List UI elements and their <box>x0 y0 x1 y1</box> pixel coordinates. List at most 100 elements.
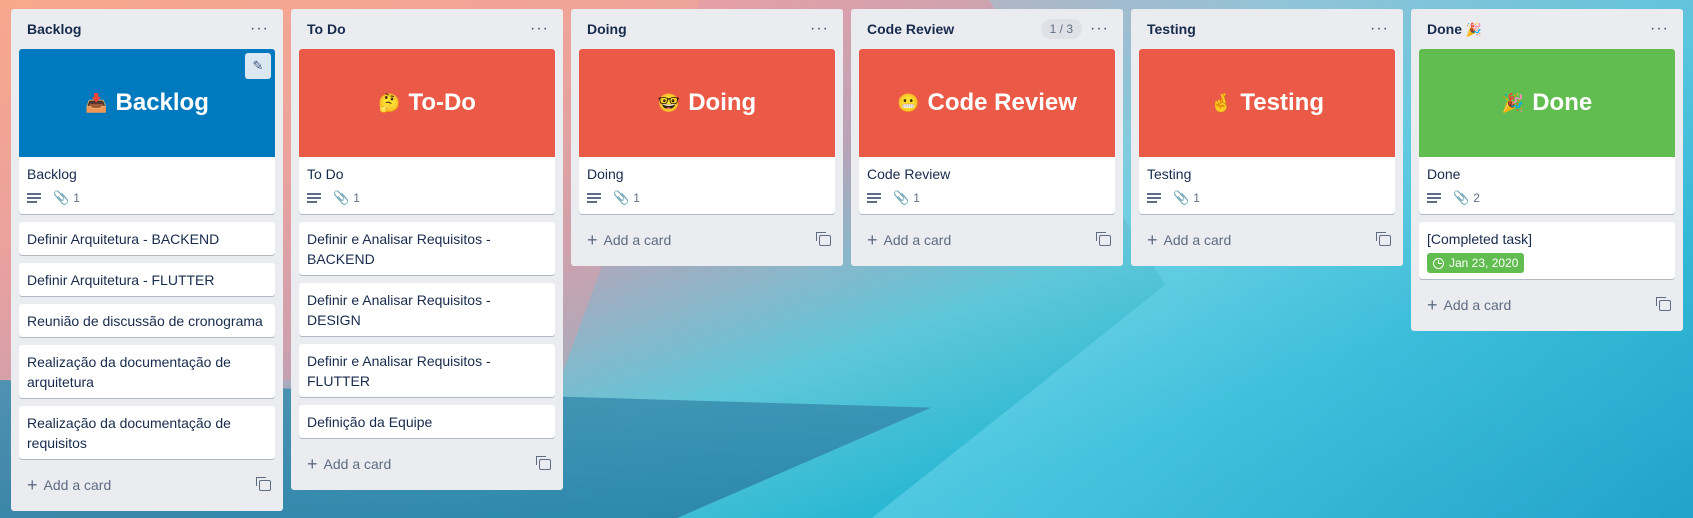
card-cover: 🎉 Done <box>1419 49 1675 157</box>
list-header[interactable]: To Do ··· <box>299 9 555 49</box>
list-menu-icon[interactable]: ··· <box>250 21 269 37</box>
card-title: Definir e Analisar Requisitos - DESIGN <box>307 292 491 328</box>
add-card-label: Add a card <box>1163 232 1232 248</box>
attachment-badge: 📎 2 <box>1453 190 1480 206</box>
paperclip-icon: 📎 <box>1173 190 1190 205</box>
list-header[interactable]: Backlog ··· <box>19 9 275 49</box>
list-title[interactable]: Doing <box>587 21 627 37</box>
list-item[interactable]: Definir e Analisar Requisitos - BACKEND <box>299 222 555 275</box>
attachment-badge: 📎 1 <box>1173 190 1200 206</box>
list-menu-icon[interactable]: ··· <box>810 21 829 37</box>
add-card-label: Add a card <box>43 477 112 493</box>
list-item[interactable]: Realização da documentação de arquitetur… <box>19 345 275 398</box>
plus-icon: + <box>867 230 878 250</box>
paperclip-icon: 📎 <box>333 190 350 205</box>
paperclip-icon: 📎 <box>893 190 910 205</box>
pencil-icon[interactable]: ✎ <box>245 53 271 79</box>
card-cover: 🤔 To-Do <box>299 49 555 157</box>
cover-card[interactable]: 🎉 Done Done 📎 2 <box>1419 49 1675 214</box>
list-header[interactable]: Code Review 1 / 3 ··· <box>859 9 1115 49</box>
list-item[interactable]: Definir e Analisar Requisitos - DESIGN <box>299 283 555 336</box>
board: Backlog ··· 📥 Backlog ✎ Backlog 📎 1 Defi… <box>0 0 1693 518</box>
add-card-row: + Add a card <box>1419 287 1675 323</box>
cover-card[interactable]: 🤔 To-Do To Do 📎 1 <box>299 49 555 214</box>
attachment-count: 1 <box>353 191 360 205</box>
cover-text: Doing <box>688 89 757 116</box>
list-title[interactable]: Code Review <box>867 21 954 37</box>
card-title: Testing <box>1147 166 1192 182</box>
list-menu-icon[interactable]: ··· <box>1370 21 1389 37</box>
card-title: Done <box>1427 166 1461 182</box>
list-todo: To Do ··· 🤔 To-Do To Do 📎 1 Definir e An… <box>291 9 563 490</box>
cover-text: Testing <box>1240 89 1324 116</box>
due-date-badge[interactable]: Jan 23, 2020 <box>1427 253 1525 273</box>
cover-card[interactable]: 🤓 Doing Doing 📎 1 <box>579 49 835 214</box>
add-card-button[interactable]: + Add a card <box>867 231 951 249</box>
list-done: Done 🎉 ··· 🎉 Done Done 📎 2 [Completed ta… <box>1411 9 1683 331</box>
list-item[interactable]: Definir Arquitetura - FLUTTER <box>19 263 275 296</box>
add-card-button[interactable]: + Add a card <box>27 476 111 494</box>
list-item[interactable]: Definir e Analisar Requisitos - FLUTTER <box>299 344 555 397</box>
list-title[interactable]: Done 🎉 <box>1427 21 1482 38</box>
card-cover: 📥 Backlog ✎ <box>19 49 275 157</box>
list-title[interactable]: To Do <box>307 21 346 37</box>
list-header[interactable]: Testing ··· <box>1139 9 1395 49</box>
list-menu-icon[interactable]: ··· <box>530 21 549 37</box>
list-testing: Testing ··· 🤞 Testing Testing 📎 1 + Add … <box>1131 9 1403 266</box>
card-template-icon[interactable] <box>1096 231 1111 246</box>
plus-icon: + <box>1147 230 1158 250</box>
card-template-icon[interactable] <box>1656 296 1671 311</box>
card-template-icon[interactable] <box>816 231 831 246</box>
card-title: Definir e Analisar Requisitos - BACKEND <box>307 231 491 267</box>
due-date: Jan 23, 2020 <box>1449 256 1519 270</box>
cover-card[interactable]: 🤞 Testing Testing 📎 1 <box>1139 49 1395 214</box>
description-icon <box>27 192 41 204</box>
paperclip-icon: 📎 <box>53 190 70 205</box>
description-icon <box>587 192 601 204</box>
add-card-label: Add a card <box>883 232 952 248</box>
card-title: Definir e Analisar Requisitos - FLUTTER <box>307 353 491 389</box>
card-title: Realização da documentação de arquitetur… <box>27 354 231 390</box>
card-title: [Completed task] <box>1427 231 1533 247</box>
inbox-icon: 📥 <box>85 92 108 114</box>
list-item[interactable]: Realização da documentação de requisitos <box>19 406 275 459</box>
list-title[interactable]: Backlog <box>27 21 81 37</box>
card-template-icon[interactable] <box>1376 231 1391 246</box>
plus-icon: + <box>587 230 598 250</box>
description-icon <box>1147 192 1161 204</box>
add-card-button[interactable]: + Add a card <box>307 455 391 473</box>
attachment-badge: 📎 1 <box>893 190 920 206</box>
attachment-count: 1 <box>1193 191 1200 205</box>
clock-icon <box>1433 257 1444 269</box>
attachment-count: 1 <box>73 191 80 205</box>
cover-text: Backlog <box>115 89 209 116</box>
card-cover: 🤞 Testing <box>1139 49 1395 157</box>
party-popper-icon: 🎉 <box>1501 92 1525 114</box>
party-popper-icon: 🎉 <box>1465 22 1483 38</box>
card-title: Realização da documentação de requisitos <box>27 415 231 451</box>
list-header[interactable]: Done 🎉 ··· <box>1419 9 1675 49</box>
card-title: Doing <box>587 166 624 182</box>
card-title: Definição da Equipe <box>307 414 433 430</box>
add-card-label: Add a card <box>323 456 392 472</box>
list-title[interactable]: Testing <box>1147 21 1196 37</box>
list-menu-icon[interactable]: ··· <box>1650 21 1669 37</box>
attachment-badge: 📎 1 <box>53 190 80 206</box>
cover-card[interactable]: 😬 Code Review Code Review 📎 1 <box>859 49 1115 214</box>
card-template-icon[interactable] <box>256 476 271 491</box>
cover-card[interactable]: 📥 Backlog ✎ Backlog 📎 1 <box>19 49 275 214</box>
list-doing: Doing ··· 🤓 Doing Doing 📎 1 + Add a card <box>571 9 843 266</box>
list-item[interactable]: Definição da Equipe <box>299 405 555 438</box>
paperclip-icon: 📎 <box>1453 190 1470 205</box>
list-item[interactable]: Reunião de discussão de cronograma <box>19 304 275 337</box>
card-template-icon[interactable] <box>536 455 551 470</box>
add-card-row: + Add a card <box>859 222 1115 258</box>
list-header[interactable]: Doing ··· <box>579 9 835 49</box>
attachment-count: 1 <box>913 191 920 205</box>
add-card-button[interactable]: + Add a card <box>1147 231 1231 249</box>
list-item[interactable]: [Completed task] Jan 23, 2020 <box>1419 222 1675 279</box>
list-item[interactable]: Definir Arquitetura - BACKEND <box>19 222 275 255</box>
list-menu-icon[interactable]: ··· <box>1090 21 1109 37</box>
add-card-button[interactable]: + Add a card <box>1427 296 1511 314</box>
add-card-button[interactable]: + Add a card <box>587 231 671 249</box>
